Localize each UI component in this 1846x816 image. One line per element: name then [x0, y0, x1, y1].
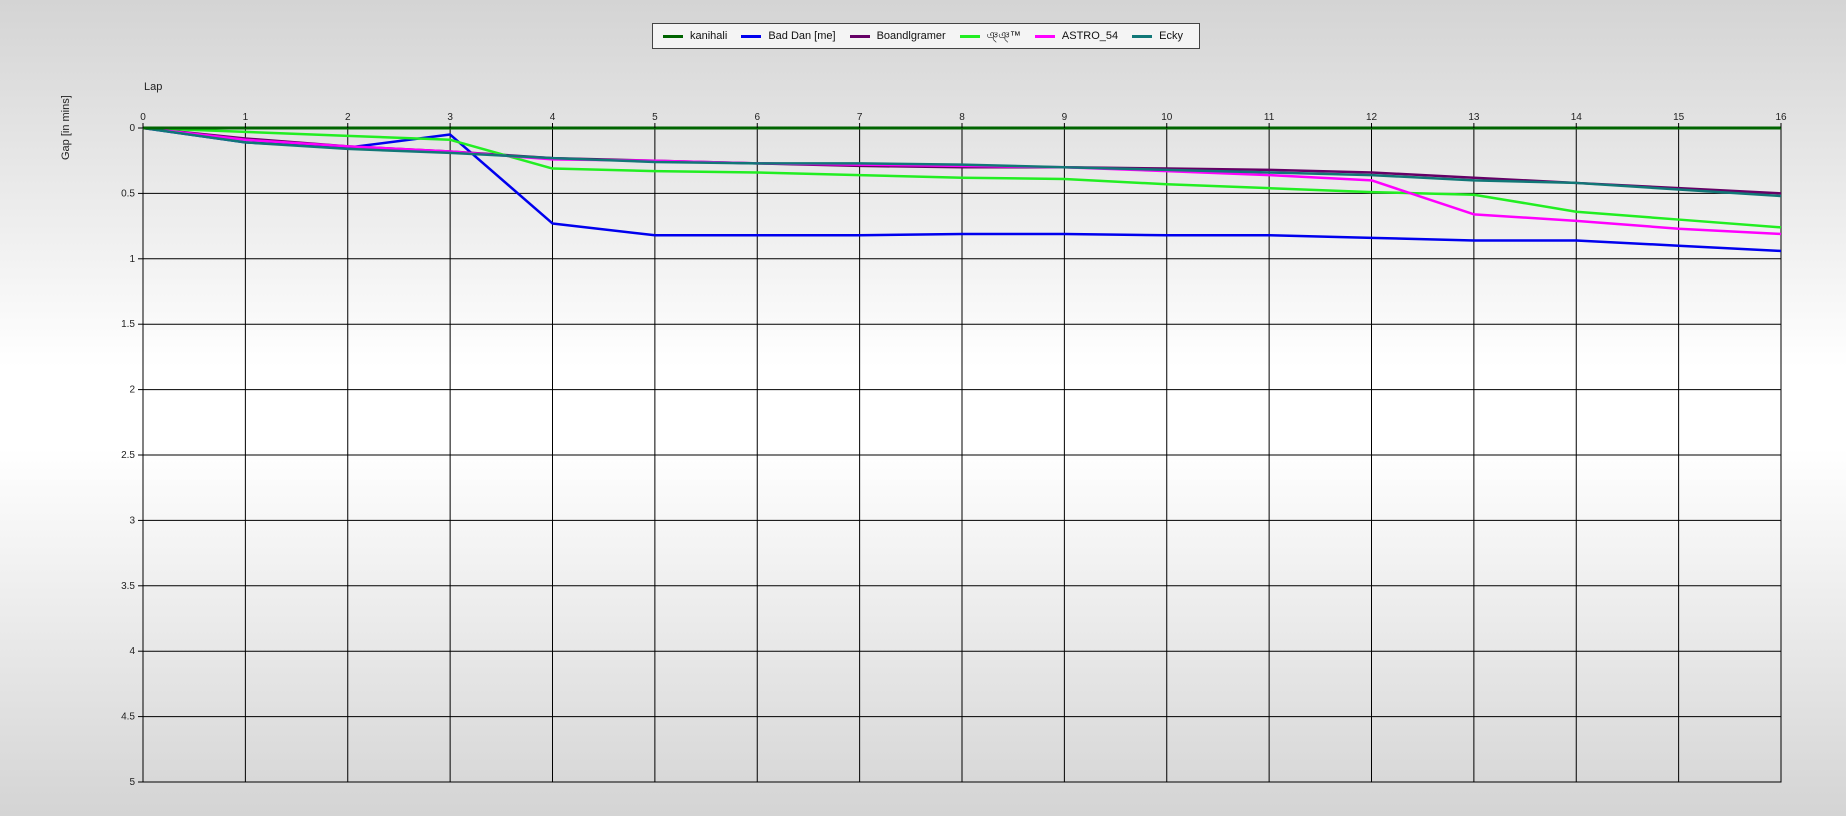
- x-tick-label: 4: [550, 112, 556, 123]
- x-tick-label: 1: [243, 112, 249, 123]
- legend-item: ASTRO_54: [1034, 30, 1119, 42]
- x-tick-label: 15: [1673, 112, 1685, 123]
- legend-swatch: [959, 34, 980, 38]
- legend-swatch: [1034, 34, 1055, 38]
- tick-layer: 0 1 2 3 4 5 6 7 8 9 10 11 12 13 14 15 1600.511.522.533.5…: [121, 112, 1787, 788]
- x-tick-label: 14: [1571, 112, 1583, 123]
- x-tick-label: 0: [140, 112, 146, 123]
- chart-legend: kanihali Bad Dan [me] Boandlgramer ঞ্ঞ্™ AST…: [652, 23, 1200, 49]
- x-tick-label: 7: [857, 112, 863, 123]
- y-tick-label: 4: [129, 646, 135, 657]
- y-tick-label: 0: [129, 123, 135, 134]
- legend-label: kanihali: [690, 30, 728, 42]
- grid-layer: [142, 127, 1782, 783]
- y-tick-label: 2: [129, 385, 135, 396]
- legend-label: Bad Dan [me]: [768, 30, 836, 42]
- y-tick-label: 0.5: [121, 188, 135, 199]
- legend-item: kanihali: [663, 30, 727, 42]
- x-tick-label: 12: [1366, 112, 1378, 123]
- y-axis-title: Gap [in mins]: [60, 95, 72, 160]
- legend-item: ঞ্ঞ্™: [959, 27, 1021, 46]
- chart-plot: 0 1 2 3 4 5 6 7 8 9 10 11 12 13 14 15 1600.511.522.533.5…: [121, 112, 1787, 788]
- y-tick-label: 3.5: [121, 581, 135, 592]
- y-tick-label: 1: [129, 254, 135, 265]
- legend-label: ঞ্ঞ্™: [986, 29, 1021, 42]
- legend-item: Ecky: [1132, 30, 1183, 42]
- x-axis-title: Lap: [144, 81, 163, 93]
- x-tick-label: 2: [345, 112, 351, 123]
- legend-swatch: [1132, 34, 1153, 38]
- legend-label: ASTRO_54: [1061, 30, 1119, 42]
- x-tick-label: 5: [652, 112, 658, 123]
- x-tick-label: 9: [1062, 112, 1068, 123]
- x-tick-label: 11: [1264, 112, 1275, 123]
- x-tick-label: 13: [1468, 112, 1480, 123]
- x-tick-label: 6: [754, 112, 760, 123]
- legend-swatch: [849, 34, 870, 38]
- legend-item: Boandlgramer: [849, 30, 946, 42]
- y-tick-label: 2.5: [121, 450, 135, 461]
- y-tick-label: 3: [129, 515, 135, 526]
- legend-swatch: [663, 34, 683, 38]
- legend-item: Bad Dan [me]: [741, 30, 836, 42]
- x-tick-label: 3: [447, 112, 453, 123]
- legend-label: Ecky: [1159, 30, 1183, 42]
- gap-chart: 0 1 2 3 4 5 6 7 8 9 10 11 12 13 14 15 16 0 0.5 1 1.5 2 2.5 3 3.5…: [0, 0, 1846, 816]
- y-tick-label: 5: [129, 777, 135, 788]
- legend-swatch: [741, 34, 762, 38]
- legend-label: Boandlgramer: [876, 30, 946, 42]
- y-tick-label: 4.5: [121, 712, 135, 723]
- x-tick-label: 10: [1161, 112, 1173, 123]
- x-tick-label: 16: [1775, 112, 1787, 123]
- x-tick-label: 8: [959, 112, 965, 123]
- y-tick-label: 1.5: [121, 319, 135, 330]
